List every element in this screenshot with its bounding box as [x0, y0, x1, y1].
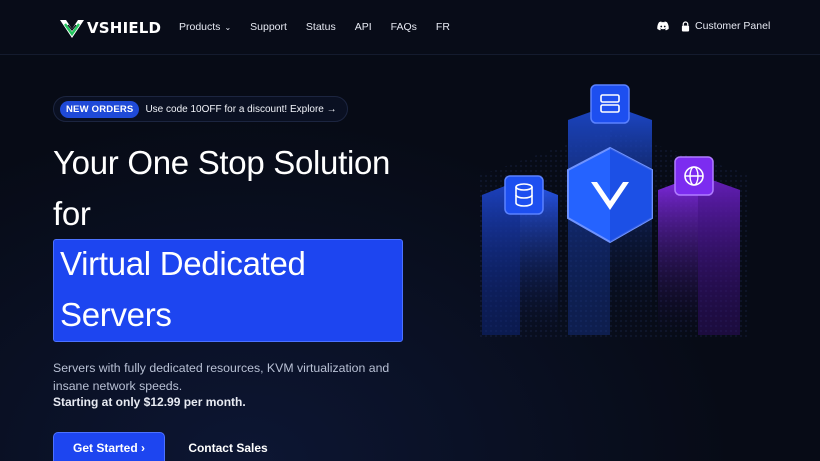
discord-icon[interactable]	[657, 21, 669, 31]
nav-item-status[interactable]: Status	[306, 21, 336, 33]
hero-highlight-line2: Servers	[60, 296, 172, 333]
brand-logo[interactable]: VSHIELD	[59, 17, 161, 39]
brand-name: VSHIELD	[87, 19, 162, 37]
get-started-button[interactable]: Get Started ›	[53, 432, 165, 461]
nav-item-api[interactable]: API	[355, 21, 372, 33]
server-icon	[590, 84, 630, 124]
database-icon	[504, 175, 544, 215]
nav-item-products[interactable]: Products ⌄	[179, 21, 231, 33]
hero-title-line2: for	[53, 195, 91, 232]
hero-price-line: Starting at only $12.99 per month.	[53, 395, 246, 409]
promo-text: Use code 10OFF for a discount! Explore →	[145, 103, 337, 115]
hero-illustration	[480, 84, 750, 340]
contact-sales-button[interactable]: Contact Sales	[178, 432, 278, 461]
promo-banner[interactable]: NEW ORDERS Use code 10OFF for a discount…	[53, 96, 348, 122]
hero-title-line1: Your One Stop Solution	[53, 144, 391, 181]
customer-panel-link[interactable]: Customer Panel	[695, 20, 770, 32]
nav-item-language[interactable]: FR	[436, 21, 450, 33]
lock-icon	[681, 20, 690, 31]
nav-menu: Products ⌄ Support Status API FAQs FR	[179, 21, 469, 33]
nav-item-faqs[interactable]: FAQs	[391, 21, 417, 33]
promo-badge: NEW ORDERS	[60, 100, 140, 118]
globe-icon	[674, 156, 714, 196]
chevron-down-icon: ⌄	[224, 22, 232, 32]
hero-description: Servers with fully dedicated resources, …	[53, 361, 390, 393]
hero-highlight-line1: Virtual Dedicated	[60, 245, 306, 282]
vshield-logo-icon	[60, 20, 84, 38]
nav-right: Customer Panel	[657, 20, 770, 32]
nav-item-support[interactable]: Support	[250, 21, 287, 33]
top-navbar: VSHIELD Products ⌄ Support Status API FA…	[0, 0, 820, 55]
